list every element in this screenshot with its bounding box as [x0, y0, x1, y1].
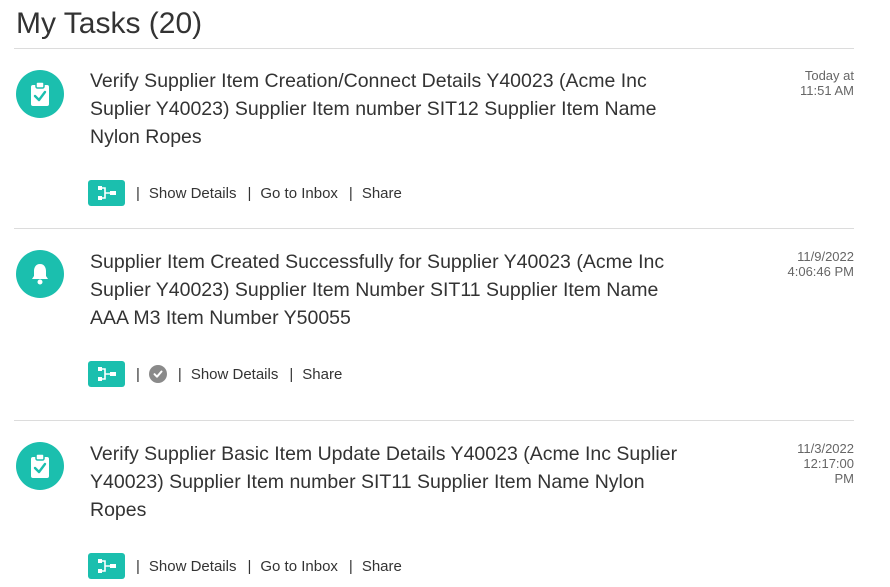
bell-icon	[16, 250, 64, 298]
separator: |	[136, 557, 140, 575]
timestamp-line: Today at	[804, 68, 854, 83]
go-to-inbox-link[interactable]: Go to Inbox	[260, 558, 338, 575]
show-details-link[interactable]: Show Details	[149, 185, 237, 202]
task-actions: | Show Details | Go to Inbox | Share	[88, 180, 402, 206]
workflow-icon	[97, 559, 116, 573]
task-actions: | | Show Details | Share	[88, 361, 342, 387]
share-link[interactable]: Share	[302, 366, 342, 383]
task-description[interactable]: Verify Supplier Item Creation/Connect De…	[90, 67, 690, 151]
workflow-icon	[97, 186, 116, 200]
share-link[interactable]: Share	[362, 558, 402, 575]
task-item: Verify Supplier Item Creation/Connect De…	[14, 49, 854, 229]
task-item: Supplier Item Created Successfully for S…	[14, 229, 854, 421]
timestamp-line: 4:06:46 PM	[787, 264, 855, 279]
separator: |	[348, 557, 353, 575]
separator: |	[136, 184, 140, 202]
task-description[interactable]: Verify Supplier Basic Item Update Detail…	[90, 440, 690, 524]
timestamp-line: 11:51 AM	[800, 83, 854, 98]
timestamp-line: 12:17:00	[803, 456, 854, 471]
workflow-button[interactable]	[88, 553, 125, 579]
page-title: My Tasks (20)	[16, 7, 203, 40]
clipboard-check-icon	[16, 70, 64, 118]
timestamp-line: PM	[834, 471, 855, 486]
task-item: Verify Supplier Basic Item Update Detail…	[14, 421, 854, 587]
separator: |	[348, 184, 353, 202]
check-circle-icon[interactable]	[148, 365, 167, 383]
task-description[interactable]: Supplier Item Created Successfully for S…	[90, 248, 690, 332]
task-timestamp: Today at 11:51 AM	[734, 68, 854, 98]
go-to-inbox-link[interactable]: Go to Inbox	[260, 185, 338, 202]
timestamp-line: 11/9/2022	[797, 249, 854, 264]
clipboard-check-icon	[16, 442, 64, 490]
workflow-button[interactable]	[88, 180, 125, 206]
share-link[interactable]: Share	[362, 185, 402, 202]
separator: |	[247, 184, 252, 202]
separator: |	[289, 365, 294, 383]
task-timestamp: 11/3/2022 12:17:00 PM	[734, 441, 854, 486]
show-details-link[interactable]: Show Details	[149, 558, 237, 575]
timestamp-line: 11/3/2022	[797, 441, 854, 456]
show-details-link[interactable]: Show Details	[191, 366, 279, 383]
separator: |	[136, 365, 140, 383]
workflow-button[interactable]	[88, 361, 125, 387]
workflow-icon	[97, 367, 116, 381]
task-actions: | Show Details | Go to Inbox | Share	[88, 553, 402, 579]
separator: |	[247, 557, 252, 575]
task-timestamp: 11/9/2022 4:06:46 PM	[734, 249, 855, 279]
separator: |	[177, 365, 182, 383]
